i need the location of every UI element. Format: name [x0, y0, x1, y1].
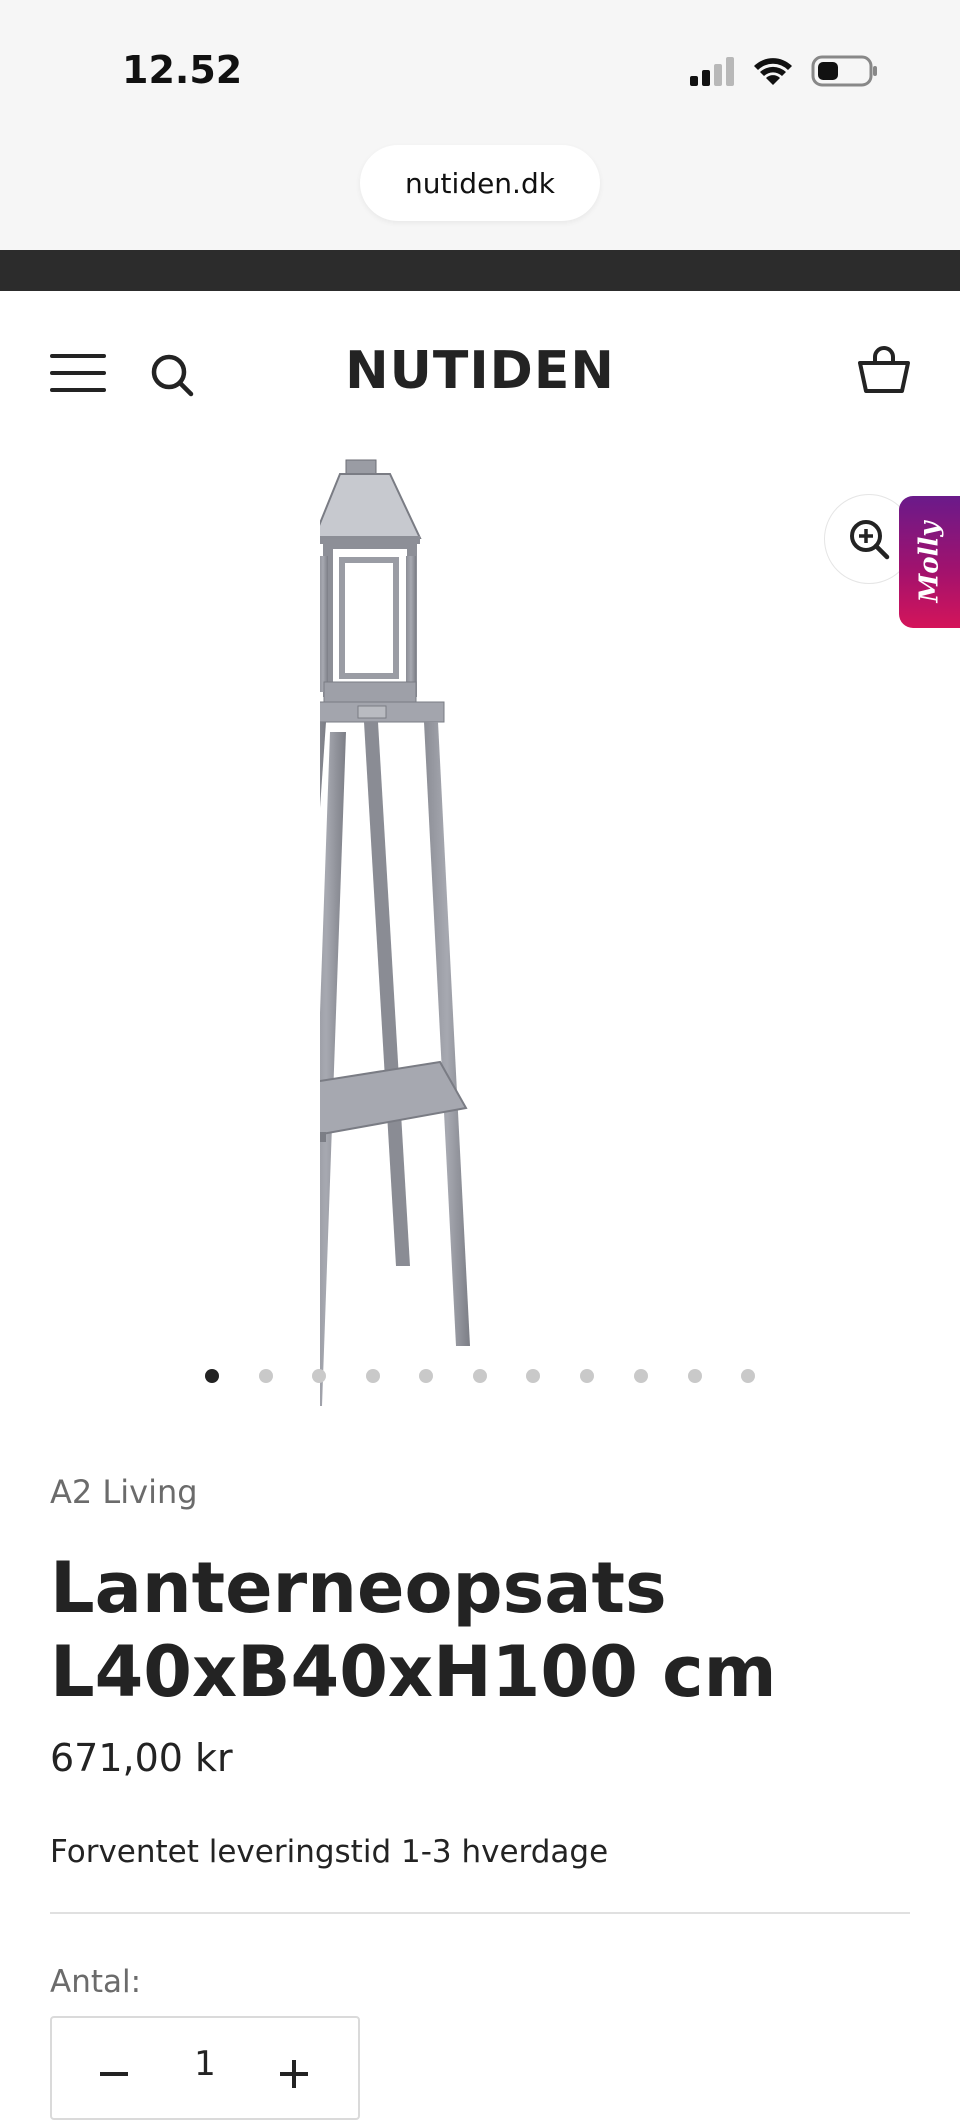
product-image[interactable]: [320, 456, 640, 1416]
product-gallery[interactable]: Molly: [0, 456, 960, 1416]
signal-icon: [690, 57, 734, 86]
molly-label: Molly: [914, 521, 945, 603]
url-bar[interactable]: nutiden.dk: [360, 145, 600, 221]
site-logo[interactable]: NUTIDEN: [280, 341, 680, 401]
cart-icon[interactable]: [856, 343, 912, 399]
announcement-bar: [0, 250, 960, 291]
gallery-dot[interactable]: [580, 1369, 594, 1383]
delivery-time: Forventet leveringstid 1-3 hverdage: [50, 1834, 609, 1870]
wifi-icon: [754, 58, 792, 85]
gallery-dots: [0, 1361, 960, 1391]
zoom-in-icon: [850, 520, 890, 560]
gallery-dot[interactable]: [366, 1369, 380, 1383]
battery-icon: [811, 55, 877, 87]
gallery-dot[interactable]: [419, 1369, 433, 1383]
status-time: 12.52: [122, 48, 243, 92]
quantity-increase-button[interactable]: [274, 2052, 316, 2094]
quantity-label: Antal:: [50, 1964, 142, 2000]
gallery-dot[interactable]: [634, 1369, 648, 1383]
gallery-dot[interactable]: [526, 1369, 540, 1383]
quantity-stepper: 1: [50, 2016, 360, 2120]
divider: [50, 1912, 910, 1914]
gallery-dot[interactable]: [473, 1369, 487, 1383]
gallery-dot[interactable]: [259, 1369, 273, 1383]
status-bar: 12.52: [0, 0, 960, 145]
gallery-dot[interactable]: [205, 1369, 219, 1383]
browser-toolbar: nutiden.dk: [0, 145, 960, 250]
search-icon[interactable]: [148, 351, 196, 399]
menu-icon[interactable]: [50, 354, 106, 394]
gallery-dot[interactable]: [741, 1369, 755, 1383]
product-title-line2: L40xB40xH100 cm: [50, 1631, 777, 1713]
quantity-input[interactable]: 1: [172, 2044, 238, 2084]
gallery-dot[interactable]: [688, 1369, 702, 1383]
product-title-line1: Lanterneopsats: [50, 1547, 667, 1629]
quantity-decrease-button[interactable]: [94, 2052, 136, 2094]
molly-chat-tab[interactable]: Molly: [899, 496, 960, 628]
gallery-dot[interactable]: [312, 1369, 326, 1383]
site-header: NUTIDEN: [0, 291, 960, 456]
product-vendor[interactable]: A2 Living: [50, 1473, 198, 1511]
product-price: 671,00 kr: [50, 1736, 233, 1780]
product-title: Lanterneopsats L40xB40xH100 cm: [50, 1546, 910, 1714]
